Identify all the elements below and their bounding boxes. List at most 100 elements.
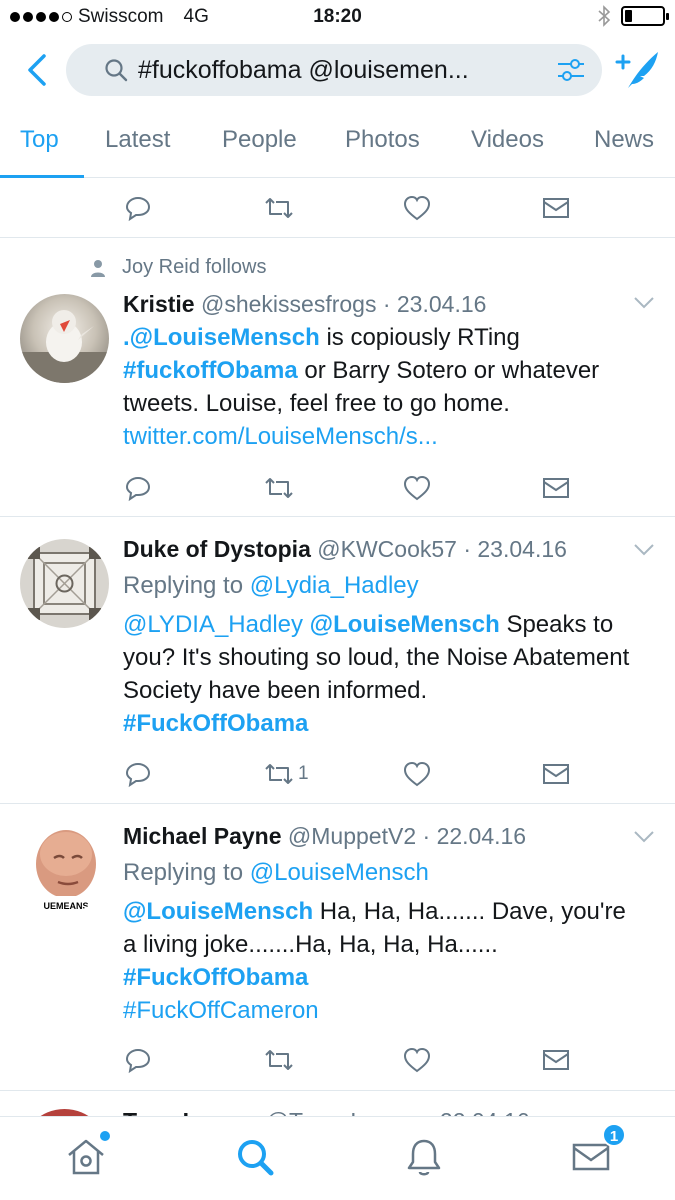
- tab-messages[interactable]: 1: [570, 1123, 626, 1179]
- compose-tweet-button[interactable]: [614, 48, 662, 92]
- retweet-icon: [265, 1050, 293, 1070]
- search-tabs: Top Latest People Photos Videos News: [0, 112, 675, 178]
- social-context-label: Joy Reid follows: [122, 256, 267, 278]
- reply-button[interactable]: [124, 760, 152, 788]
- author-name[interactable]: Kristie: [123, 291, 195, 317]
- tab-search[interactable]: [233, 1135, 277, 1179]
- envelope-icon: [543, 1050, 569, 1070]
- reply-icon: [125, 762, 151, 788]
- tweet-date: · 22.04.16: [422, 823, 527, 849]
- envelope-icon: [543, 478, 569, 498]
- reply-to-link[interactable]: @LouiseMensch: [250, 859, 429, 886]
- avatar-bird-image: [20, 310, 109, 383]
- mention-link[interactable]: @LouiseMensch: [310, 611, 500, 638]
- new-content-indicator: [100, 1131, 110, 1141]
- search-query: #fuckoffobama @louisemen...: [138, 56, 469, 84]
- hashtag-link[interactable]: #fuckoffObama: [123, 357, 298, 384]
- tweet-text-segment: is copiously RTing: [319, 324, 520, 351]
- search-input[interactable]: #fuckoffobama @louisemen...: [66, 44, 602, 96]
- chevron-down-icon[interactable]: [633, 543, 655, 557]
- direct-message-button[interactable]: [541, 760, 571, 788]
- chevron-down-icon[interactable]: [633, 296, 655, 310]
- like-button[interactable]: [402, 194, 432, 222]
- compose-quill-icon: [615, 52, 658, 88]
- bell-icon: [407, 1139, 441, 1176]
- like-button[interactable]: [402, 760, 432, 788]
- envelope-icon: [543, 198, 569, 218]
- filter-icon[interactable]: [556, 56, 586, 84]
- author-handle[interactable]: @shekissesfrogs: [201, 291, 376, 317]
- active-tab-indicator: [0, 175, 84, 178]
- tweet-actions: [0, 474, 675, 514]
- chevron-left-icon: [28, 54, 46, 86]
- avatar-pattern-image: [28, 547, 101, 620]
- mention-link[interactable]: @LYDIA_Hadley: [123, 611, 303, 638]
- direct-message-button[interactable]: [541, 474, 571, 502]
- author-handle[interactable]: @MuppetV2: [288, 823, 416, 849]
- author-name[interactable]: Duke of Dystopia: [123, 536, 311, 562]
- tweet-actions: 1: [0, 760, 675, 800]
- tab-people[interactable]: People: [222, 126, 297, 154]
- retweet-button[interactable]: [262, 474, 296, 502]
- retweet-count: 1: [298, 763, 309, 784]
- mention-link[interactable]: .@LouiseMensch: [123, 324, 320, 351]
- tab-notifications[interactable]: [402, 1135, 446, 1179]
- reply-icon: [125, 476, 151, 502]
- tab-videos[interactable]: Videos: [471, 126, 544, 154]
- tab-top[interactable]: Top: [20, 126, 59, 154]
- tab-news[interactable]: News: [594, 126, 654, 154]
- heart-icon: [403, 761, 431, 787]
- chevron-down-icon[interactable]: [633, 830, 655, 844]
- person-icon: [91, 259, 105, 277]
- avatar-face-image: UEMEANS: [26, 830, 106, 913]
- like-button[interactable]: [402, 1046, 432, 1074]
- reply-button[interactable]: [124, 1046, 152, 1074]
- tweet-text: @LouiseMensch Ha, Ha, Ha....... Dave, yo…: [123, 895, 643, 1027]
- tab-photos[interactable]: Photos: [345, 126, 420, 154]
- reply-button[interactable]: [124, 474, 152, 502]
- replying-to-label: Replying to: [123, 572, 250, 599]
- reply-icon: [125, 196, 151, 222]
- reply-button[interactable]: [124, 194, 152, 222]
- retweet-button[interactable]: [262, 1046, 296, 1074]
- tweet-text: .@LouiseMensch is copiously RTing #fucko…: [123, 321, 643, 453]
- search-icon: [105, 59, 128, 82]
- url-link[interactable]: twitter.com/LouiseMensch/s...: [123, 423, 438, 450]
- reply-to-link[interactable]: @Lydia_Hadley: [250, 572, 419, 599]
- status-bar: Swisscom 4G 18:20: [0, 0, 675, 36]
- tweet-text: @LYDIA_Hadley @LouiseMensch Speaks to yo…: [123, 608, 643, 740]
- retweet-button[interactable]: 1: [262, 760, 309, 788]
- back-button[interactable]: [22, 50, 54, 90]
- author-handle[interactable]: @KWCook57: [317, 536, 457, 562]
- author-name[interactable]: Michael Payne: [123, 823, 282, 849]
- bottom-tab-bar: 1: [0, 1116, 675, 1200]
- avatar[interactable]: [20, 539, 109, 628]
- retweet-icon: [265, 198, 293, 218]
- retweet-icon: [265, 478, 293, 498]
- hashtag-link[interactable]: #FuckOffObama: [123, 964, 308, 991]
- tweet-date: · 23.04.16: [382, 291, 487, 317]
- tweet-actions: [0, 194, 675, 234]
- direct-message-button[interactable]: [541, 194, 571, 222]
- like-button[interactable]: [402, 474, 432, 502]
- tab-latest[interactable]: Latest: [105, 126, 170, 154]
- avatar[interactable]: [20, 294, 109, 383]
- tweet-header: Kristie @shekissesfrogs · 23.04.16: [123, 288, 643, 321]
- direct-message-button[interactable]: [541, 1046, 571, 1074]
- hashtag-link[interactable]: #FuckOffObama: [123, 710, 308, 737]
- heart-icon: [403, 195, 431, 221]
- hashtag-link[interactable]: #FuckOffCameron: [123, 997, 319, 1024]
- retweet-button[interactable]: [262, 194, 296, 222]
- replying-to: Replying to @LouiseMensch: [123, 856, 643, 889]
- home-icon: [68, 1139, 104, 1175]
- clock: 18:20: [313, 6, 362, 27]
- mention-link[interactable]: @LouiseMensch: [123, 898, 313, 925]
- search-icon: [238, 1140, 274, 1176]
- replying-to-label: Replying to: [123, 859, 250, 886]
- avatar[interactable]: UEMEANS: [20, 824, 109, 913]
- reply-icon: [125, 1048, 151, 1074]
- social-context: Joy Reid follows: [88, 256, 267, 279]
- battery-icon: [621, 6, 669, 26]
- tab-home[interactable]: [64, 1131, 110, 1179]
- search-header: #fuckoffobama @louisemen...: [0, 42, 675, 98]
